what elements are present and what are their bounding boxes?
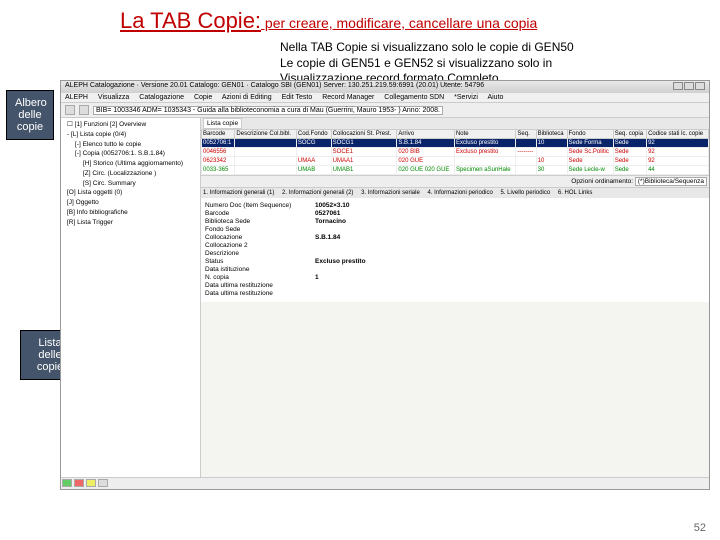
sort-bar: Opzioni ordinamento: (*)Biblioteca/Seque… xyxy=(201,175,709,188)
subtab[interactable]: 6. HOL Links xyxy=(558,190,592,196)
toolbar: BIB= 1003346 ADM= 1035343 - Guida alla b… xyxy=(61,103,709,118)
form-label: N. copia xyxy=(205,274,315,281)
form-label: Barcode xyxy=(205,210,315,217)
col[interactable]: Cod.Fondo xyxy=(296,130,331,139)
menu-sdn[interactable]: Collegamento SDN xyxy=(384,94,444,101)
status-icon[interactable] xyxy=(86,479,96,487)
menu-cataloging[interactable]: Catalogazione xyxy=(139,94,184,101)
tree-item[interactable]: [Z] Circ. (Localizzazione ) xyxy=(63,169,198,179)
callout-tree: Albero delle copie xyxy=(6,90,54,140)
bib-field[interactable]: BIB= 1003346 ADM= 1035343 - Guida alla b… xyxy=(93,106,443,115)
menu-services[interactable]: *Servizi xyxy=(454,94,478,101)
status-icon[interactable] xyxy=(98,479,108,487)
note-l1: Nella TAB Copie si visualizzano solo le … xyxy=(280,40,660,56)
tree-item[interactable]: [J] Oggetto xyxy=(63,198,198,208)
window-title: ALEPH Catalogazione · Versione 20.01 Cat… xyxy=(65,82,484,92)
form-value: S.B.1.84 xyxy=(315,234,340,241)
slide-title: La TAB Copie: per creare, modificare, ca… xyxy=(120,8,537,34)
form-label: Fondo Sede xyxy=(205,226,315,233)
table-row[interactable]: 0046556SOCE1020 BIBExcluso prestito-----… xyxy=(202,148,709,157)
form-label: Biblioteca Sede xyxy=(205,218,315,225)
tree-item[interactable]: [S] Circ. Summary xyxy=(63,179,198,189)
menu-editing[interactable]: Azioni di Editing xyxy=(222,94,272,101)
menubar: ALEPH Visualizza Catalogazione Copie Azi… xyxy=(61,93,709,103)
form-label: Collocazione xyxy=(205,234,315,241)
form-value: 0527061 xyxy=(315,210,340,217)
menu-edittext[interactable]: Edit Testo xyxy=(282,94,313,101)
col[interactable]: Fondo xyxy=(567,130,613,139)
subtab[interactable]: 1. Informazioni generali (1) xyxy=(203,190,274,196)
tool-icon[interactable] xyxy=(79,105,89,115)
form-label: Data ultima restituzione xyxy=(205,290,315,297)
tab-copies-list[interactable]: Lista copie xyxy=(203,118,242,129)
tree-item[interactable]: [R] Lista Trigger xyxy=(63,218,198,228)
window-controls xyxy=(672,82,705,92)
note-l2: Le copie di GEN51 e GEN52 si visualizzan… xyxy=(280,56,660,72)
tree-item[interactable]: [-] Copia (0052706:1. S.B.1.84) xyxy=(63,149,198,159)
statusbar xyxy=(61,477,709,489)
tree-item[interactable]: [O] Lista oggetti (0) xyxy=(63,188,198,198)
tree-item[interactable]: [H] Storico (Ultima aggiornamento) xyxy=(63,159,198,169)
table-row[interactable]: 0052706:1SOCGSOCG1S.B.1.84Excluso presti… xyxy=(202,139,709,148)
form-label: Numero Doc (Item Sequence) xyxy=(205,202,315,209)
titlebar: ALEPH Catalogazione · Versione 20.01 Cat… xyxy=(61,81,709,93)
col[interactable]: Seq. xyxy=(516,130,536,139)
tree-panel: ☐ [1] Funzioni [2] Overview - [L] Lista … xyxy=(61,118,201,486)
tree-item[interactable]: [-] Elenco tutto le copie xyxy=(63,140,198,150)
form-label: Data istituzione xyxy=(205,266,315,273)
title-main: La TAB Copie: xyxy=(120,8,261,33)
form-value: 1 xyxy=(315,274,319,281)
copies-grid: BarcodeDescrizione Col.bibl.Cod.FondoCol… xyxy=(201,129,709,175)
sort-select[interactable]: (*)Biblioteca/Sequenza xyxy=(635,177,707,186)
form-value: 10052×3.10 xyxy=(315,202,350,209)
col[interactable]: Collocazioni St. Prest. xyxy=(331,130,397,139)
app-window: ALEPH Catalogazione · Versione 20.01 Cat… xyxy=(60,80,710,490)
form-label: Descrizione xyxy=(205,250,315,257)
subtab[interactable]: 5. Livello periodico xyxy=(501,190,551,196)
close-button[interactable] xyxy=(695,82,705,90)
col[interactable]: Barcode xyxy=(202,130,235,139)
col[interactable]: Codice stati lc. copie xyxy=(647,130,709,139)
subtab[interactable]: 4. Informazioni periodico xyxy=(427,190,492,196)
table-row[interactable]: 0623342UMAAUMAA1020 GUE10SedeSede92 xyxy=(202,157,709,166)
menu-recordmgr[interactable]: Record Manager xyxy=(322,94,374,101)
tool-icon[interactable] xyxy=(65,105,75,115)
status-icon[interactable] xyxy=(62,479,72,487)
form-value: Tornacino xyxy=(315,218,346,225)
col[interactable]: Seq. copia xyxy=(613,130,646,139)
page-number: 52 xyxy=(694,522,706,534)
title-sub: per creare, modificare, cancellare una c… xyxy=(261,15,537,31)
tree-item[interactable]: - [L] Lista copie (0/4) xyxy=(63,130,198,140)
menu-aleph[interactable]: ALEPH xyxy=(65,94,88,101)
grid-header: BarcodeDescrizione Col.bibl.Cod.FondoCol… xyxy=(202,130,709,139)
detail-tabs: 1. Informazioni generali (1) 2. Informaz… xyxy=(201,188,709,198)
main-tabs: Lista copie xyxy=(201,118,709,129)
table-row[interactable]: 0033-365UMABUMAB1020 GUE 020 GUESpecimen… xyxy=(202,166,709,175)
tree-tabs[interactable]: ☐ [1] Funzioni [2] Overview xyxy=(63,120,198,130)
col[interactable]: Note xyxy=(454,130,515,139)
minimize-button[interactable] xyxy=(673,82,683,90)
col[interactable]: Biblioteca xyxy=(536,130,567,139)
status-icon[interactable] xyxy=(74,479,84,487)
tree-item[interactable]: [B] Info bibliografiche xyxy=(63,208,198,218)
col[interactable]: Arrivo xyxy=(397,130,455,139)
menu-help[interactable]: Aiuto xyxy=(487,94,503,101)
menu-view[interactable]: Visualizza xyxy=(98,94,129,101)
form-value: Excluso prestito xyxy=(315,258,366,265)
form-label: Data ultima restituzione xyxy=(205,282,315,289)
col[interactable]: Descrizione Col.bibl. xyxy=(235,130,296,139)
subtab[interactable]: 2. Informazioni generali (2) xyxy=(282,190,353,196)
copy-form: Numero Doc (Item Sequence)10052×3.10 Bar… xyxy=(201,198,709,302)
sort-label: Opzioni ordinamento: xyxy=(571,178,633,185)
form-label: Status xyxy=(205,258,315,265)
main-panel: Lista copie BarcodeDescrizione Col.bibl.… xyxy=(201,118,709,486)
subtab[interactable]: 3. Informazioni seriale xyxy=(361,190,420,196)
form-label: Collocazione 2 xyxy=(205,242,315,249)
maximize-button[interactable] xyxy=(684,82,694,90)
menu-copies[interactable]: Copie xyxy=(194,94,212,101)
